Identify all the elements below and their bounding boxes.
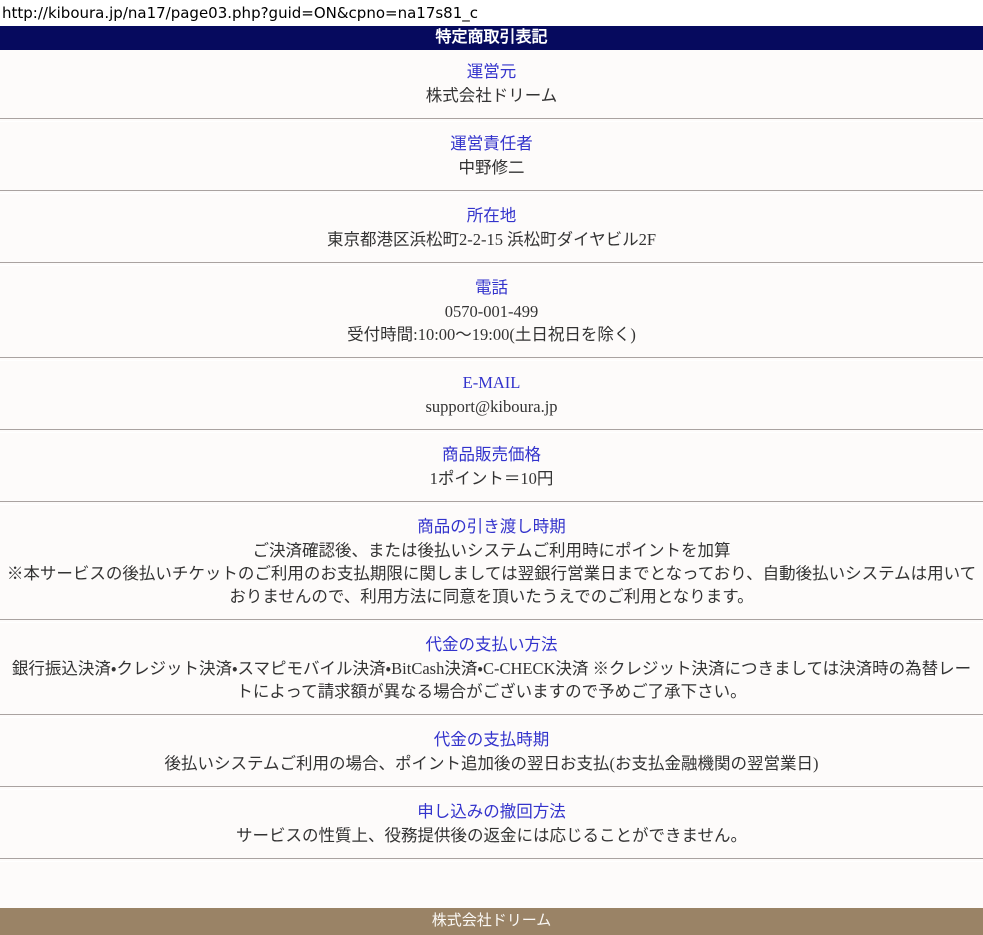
section-heading: 電話 xyxy=(4,276,979,300)
section-heading: 代金の支払時期 xyxy=(4,728,979,752)
section-heading: 申し込みの撤回方法 xyxy=(4,800,979,824)
info-section: 運営元 株式会社ドリーム xyxy=(0,50,983,118)
info-section: 商品販売価格 1ポイント＝10円 xyxy=(0,433,983,501)
section-text-line: 0570-001-499 xyxy=(4,300,979,323)
page: http://kiboura.jp/na17/page03.php?guid=O… xyxy=(0,0,983,935)
info-section: E-MAIL support@kiboura.jp xyxy=(0,361,983,429)
footer-company-name: 株式会社ドリーム xyxy=(0,908,983,935)
info-section: 代金の支払時期 後払いシステムご利用の場合、ポイント追加後の翌日お支払(お支払金… xyxy=(0,718,983,786)
section-text-line: 中野修二 xyxy=(4,156,979,179)
info-section: 商品の引き渡し時期 ご決済確認後、または後払いシステムご利用時にポイントを加算※… xyxy=(0,505,983,619)
section-text-line: support@kiboura.jp xyxy=(4,395,979,418)
section-heading: 代金の支払い方法 xyxy=(4,633,979,657)
section-heading: 運営責任者 xyxy=(4,132,979,156)
info-section: 電話 0570-001-499受付時間:10:00〜19:00(土日祝日を除く) xyxy=(0,266,983,357)
section-heading: 商品の引き渡し時期 xyxy=(4,515,979,539)
section-heading: 所在地 xyxy=(4,204,979,228)
sections-container: 運営元 株式会社ドリーム 運営責任者 中野修二 所在地 東京都港区浜松町2-2-… xyxy=(0,50,983,862)
info-section: 運営責任者 中野修二 xyxy=(0,122,983,190)
page-title: 特定商取引表記 xyxy=(0,26,983,50)
section-text-line: 東京都港区浜松町2-2-15 浜松町ダイヤビル2F xyxy=(4,228,979,251)
section-text-line: ご決済確認後、または後払いシステムご利用時にポイントを加算 xyxy=(4,539,979,562)
section-text-line: 受付時間:10:00〜19:00(土日祝日を除く) xyxy=(4,323,979,346)
info-section: 申し込みの撤回方法 サービスの性質上、役務提供後の返金には応じることができません… xyxy=(0,790,983,858)
section-text-line: サービスの性質上、役務提供後の返金には応じることができません。 xyxy=(4,824,979,847)
page-url-text: http://kiboura.jp/na17/page03.php?guid=O… xyxy=(0,0,983,26)
info-section: 代金の支払い方法 銀行振込決済・クレジット決済・スマピモバイル決済・BitCas… xyxy=(0,623,983,714)
section-text-line: 株式会社ドリーム xyxy=(4,84,979,107)
footer-spacer xyxy=(0,862,983,908)
section-text-line: 1ポイント＝10円 xyxy=(4,467,979,490)
info-section: 所在地 東京都港区浜松町2-2-15 浜松町ダイヤビル2F xyxy=(0,194,983,262)
section-heading: E-MAIL xyxy=(4,371,979,395)
section-text-line: ※本サービスの後払いチケットのご利用のお支払期限に関しましては翌銀行営業日までと… xyxy=(4,562,979,608)
section-heading: 運営元 xyxy=(4,60,979,84)
section-text-line: 後払いシステムご利用の場合、ポイント追加後の翌日お支払(お支払金融機関の翌営業日… xyxy=(4,752,979,775)
section-text-line: 銀行振込決済・クレジット決済・スマピモバイル決済・BitCash決済・C-CHE… xyxy=(4,657,979,703)
section-heading: 商品販売価格 xyxy=(4,443,979,467)
